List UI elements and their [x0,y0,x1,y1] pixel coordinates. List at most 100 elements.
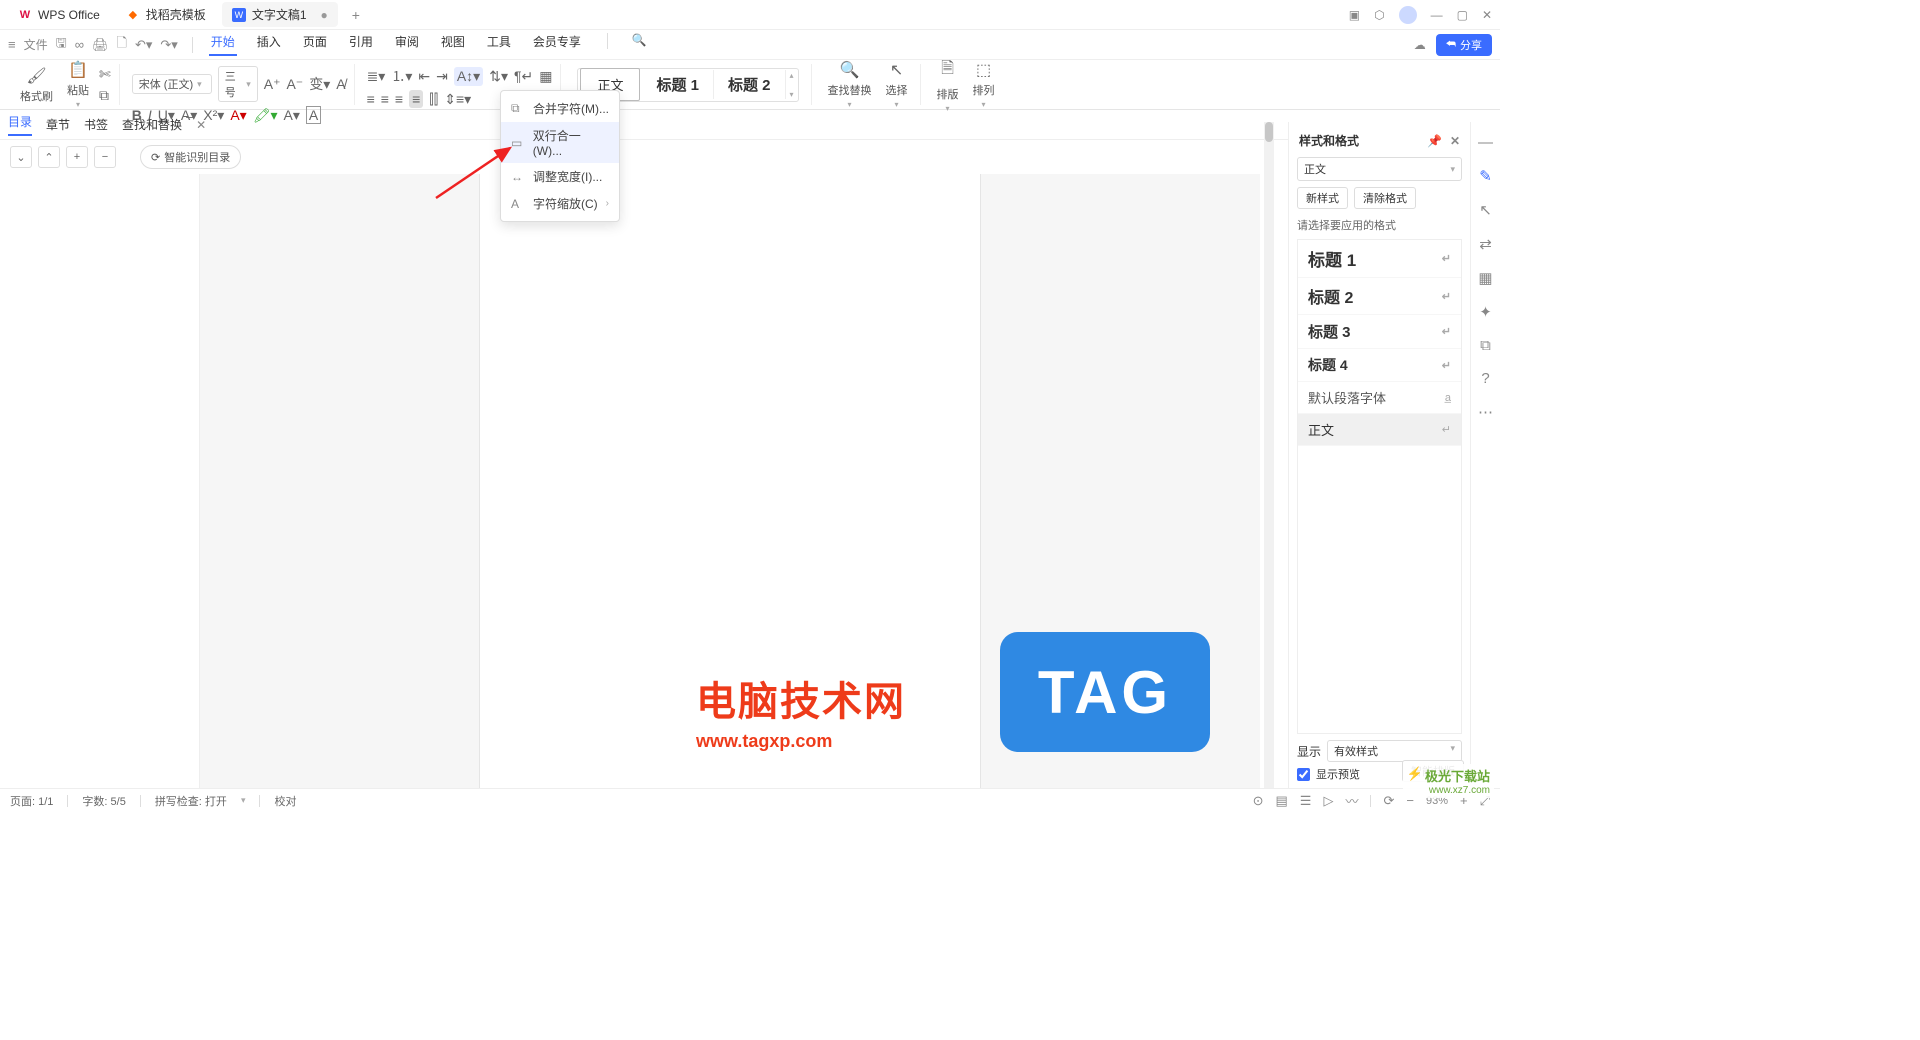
align-center-icon[interactable]: ≡ [381,91,389,107]
asian-layout-icon[interactable]: A↕▾ [454,67,483,86]
grow-font-icon[interactable]: A⁺ [264,76,281,93]
window-maximize-icon[interactable]: ▢ [1457,8,1468,22]
style-row-default-font[interactable]: 默认段落字体a̲ [1298,382,1461,414]
align-right-icon[interactable]: ≡ [395,91,403,107]
settings-icon[interactable]: ✦ [1479,303,1492,321]
more-icon[interactable]: ⋯ [1478,403,1493,421]
nav-pane-icon[interactable]: ⇄ [1479,235,1492,253]
menu-icon[interactable]: ≡ [8,37,16,52]
tab-document[interactable]: W 文字文稿1 ● [222,2,338,27]
format-brush-button[interactable]: 🖌 格式刷 [16,66,57,104]
cube-icon[interactable]: ⬡ [1374,8,1384,22]
window-minimize-icon[interactable]: — [1431,8,1443,22]
font-size-combo[interactable]: 三号▾ [218,66,258,102]
indent-icon[interactable]: ⇥ [436,68,448,85]
tab-templates[interactable]: ◆ 找稻壳模板 [116,2,216,27]
ribbon-tab-vip[interactable]: 会员专享 [531,33,583,56]
new-tab-button[interactable]: + [352,7,360,23]
style-row-heading1[interactable]: 标题 1↵ [1298,240,1461,278]
style-row-heading4[interactable]: 标题 4↵ [1298,349,1461,382]
ribbon-tab-page[interactable]: 页面 [301,33,329,56]
share-button[interactable]: ⮪ 分享 [1436,34,1492,56]
outline-view-icon[interactable]: 〰 [1345,791,1358,810]
thumbnail-icon[interactable]: ▦ [1478,269,1492,287]
smart-toc-button[interactable]: ⟳ 智能识别目录 [140,145,241,169]
style-row-heading2[interactable]: 标题 2↵ [1298,278,1461,315]
style-row-normal[interactable]: 正文↵ [1298,414,1461,446]
print-icon[interactable]: 🖨 [92,37,109,53]
ribbon-tab-insert[interactable]: 插入 [255,33,283,56]
distribute-icon[interactable]: ⫿⫿ [429,91,438,108]
ribbon-tab-view[interactable]: 视图 [439,33,467,56]
collapse-button[interactable]: ⌄ [10,146,32,168]
nav-close-icon[interactable]: ✕ [196,118,206,132]
collapse-panel-icon[interactable]: — [1478,134,1493,151]
select-button[interactable]: ↖ 选择▾ [882,60,912,109]
highlight-icon[interactable]: 🖍▾ [253,107,278,124]
help-icon[interactable]: ? [1481,370,1489,387]
align-left-icon[interactable]: ≡ [367,91,375,107]
font-color-icon[interactable]: A▾ [230,107,246,124]
find-replace-button[interactable]: 🔍 查找替换▾ [824,60,876,109]
clear-format-icon[interactable]: A̸ [336,76,345,92]
link-icon[interactable]: ∞ [75,37,84,52]
shading-icon[interactable]: A▾ [284,107,300,124]
device-icon[interactable]: ⧉ [1480,337,1491,354]
vertical-scrollbar[interactable] [1264,122,1274,788]
ribbon-tab-reference[interactable]: 引用 [347,33,375,56]
nav-tab-findreplace[interactable]: 查找和替换 [122,116,182,133]
sort-icon[interactable]: ⇅▾ [489,68,508,85]
layout-button[interactable]: 🗎 排版▾ [933,57,963,113]
proof-status[interactable]: 校对 [274,793,296,809]
read-view-icon[interactable]: ☰ [1300,793,1312,809]
close-icon[interactable]: ✕ [1450,134,1460,148]
window-close-icon[interactable]: ✕ [1482,8,1492,22]
pin-icon[interactable]: 📌 [1427,134,1442,148]
web-view-icon[interactable]: ▷ [1323,793,1333,809]
tab-wps-home[interactable]: W WPS Office [8,4,110,26]
undo-icon[interactable]: ↶▾ [135,37,152,53]
page-status[interactable]: 页面: 1/1 [10,793,53,809]
user-avatar-icon[interactable] [1399,6,1417,24]
reader-mode-icon[interactable]: ▣ [1349,8,1360,22]
copy-icon[interactable]: ⧉ [99,87,111,104]
expand-button[interactable]: ⌃ [38,146,60,168]
shrink-font-icon[interactable]: A⁻ [286,76,303,93]
search-icon[interactable]: 🔍 [632,33,647,56]
style-row-heading3[interactable]: 标题 3↵ [1298,315,1461,349]
clear-format-button[interactable]: 清除格式 [1354,187,1416,209]
select-tool-icon[interactable]: ↖ [1479,201,1492,219]
file-menu[interactable]: 文件 [24,36,48,53]
save-icon[interactable]: 🖫 [56,34,67,56]
nav-tab-bookmark[interactable]: 书签 [84,116,108,133]
menu-fit-width[interactable]: ↔ 调整宽度(I)... [501,163,619,190]
page-view-icon[interactable]: ▤ [1276,793,1288,809]
borders-icon[interactable]: ▦ [539,68,552,85]
bullets-icon[interactable]: ≣▾ [367,68,386,85]
gallery-more-icon[interactable]: ▴▾ [786,69,798,101]
ribbon-tab-review[interactable]: 审阅 [393,33,421,56]
align-justify-icon[interactable]: ≡ [409,90,423,108]
menu-char-scale[interactable]: A 字符缩放(C) › [501,190,619,217]
ribbon-tab-tools[interactable]: 工具 [485,33,513,56]
nav-tab-chapter[interactable]: 章节 [46,116,70,133]
preview-icon[interactable]: 🗋 [116,34,126,56]
focus-mode-icon[interactable]: ⊙ [1253,793,1264,809]
style-heading2[interactable]: 标题 2 [714,70,786,99]
checkbox-input[interactable] [1297,768,1310,781]
edit-pencil-icon[interactable]: ✎ [1479,167,1492,185]
char-border-icon[interactable]: A [306,106,321,124]
tab-close-icon[interactable]: ● [321,8,328,22]
nav-tab-toc[interactable]: 目录 [8,113,32,136]
arrange-button[interactable]: ⬚ 排列▾ [969,60,999,109]
numbering-icon[interactable]: ⒈▾ [391,66,412,86]
spell-status[interactable]: 拼写检查: 打开 [155,793,227,809]
display-combo[interactable]: 有效样式 ▾ [1327,740,1462,762]
style-heading1[interactable]: 标题 1 [642,70,714,99]
cloud-icon[interactable]: ☁ [1414,38,1426,52]
superscript-icon[interactable]: X²▾ [203,107,224,124]
current-style-combo[interactable]: 正文 ▾ [1297,157,1462,181]
menu-two-lines-one[interactable]: ▭ 双行合一(W)... [501,122,619,163]
fit-page-icon[interactable]: ⟳ [1383,793,1394,809]
word-count[interactable]: 字数: 5/5 [82,793,125,809]
